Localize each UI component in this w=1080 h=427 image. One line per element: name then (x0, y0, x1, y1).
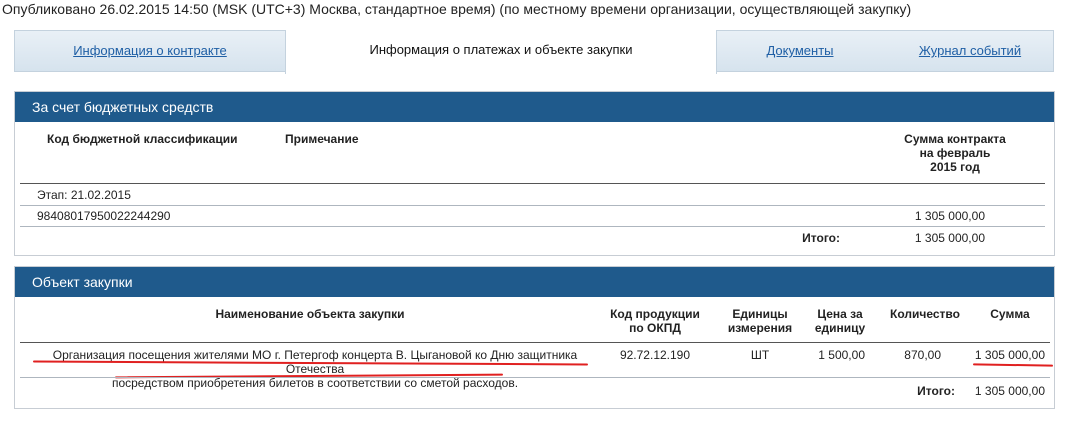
col-header-okpd: Код продукции по ОКПД (600, 307, 710, 335)
tab-payments-info[interactable]: Информация о платежах и объекте закупки (285, 30, 717, 74)
col-header-contract-sum-line3: 2015 год (930, 160, 980, 174)
divider (20, 377, 1050, 378)
col-header-unit-line1: Единицы (732, 307, 788, 321)
stage-label: Этап: 21.02.2015 (37, 188, 131, 202)
quantity-value: 870,00 (904, 348, 941, 362)
tab-contract-info[interactable]: Информация о контракте (15, 31, 285, 72)
budget-panel: За счет бюджетных средств Код бюджетной … (14, 91, 1055, 256)
budget-total-label: Итого: (802, 231, 840, 245)
tab-bar: Информация о контракте Информация о плат… (14, 30, 1055, 74)
col-header-contract-sum: Сумма контракта на февраль 2015 год (895, 132, 1015, 174)
divider (20, 205, 1045, 206)
sum-value: 1 305 000,00 (974, 348, 1045, 362)
tab-documents[interactable]: Документы (715, 31, 885, 72)
purchase-panel-title: Объект закупки (15, 267, 1054, 297)
col-header-price: Цена за единицу (795, 307, 885, 335)
col-header-note: Примечание (285, 132, 359, 146)
purchase-panel: Объект закупки Наименование объекта заку… (14, 266, 1055, 409)
divider (20, 342, 1050, 343)
col-header-unit-line2: измерения (727, 321, 793, 335)
col-header-price-line2: единицу (814, 321, 866, 335)
col-header-contract-sum-line1: Сумма контракта (904, 132, 1006, 146)
col-header-budget-code: Код бюджетной классификации (47, 132, 238, 146)
budget-code-value: 98408017950022244290 (37, 209, 171, 223)
col-header-quantity: Количество (890, 307, 960, 321)
col-header-contract-sum-line2: на февраль (919, 146, 991, 160)
published-info: Опубликовано 26.02.2015 14:50 (MSK (UTC+… (2, 1, 912, 17)
col-header-unit: Единицы измерения (715, 307, 805, 335)
purchase-total-label: Итого: (917, 384, 955, 398)
divider (20, 226, 1045, 227)
col-header-price-line1: Цена за (817, 307, 863, 321)
col-header-object-name: Наименование объекта закупки (215, 307, 405, 321)
annotation-underline (972, 363, 1054, 367)
budget-total-value: 1 305 000,00 (914, 231, 985, 245)
purchase-total-value: 1 305 000,00 (974, 384, 1045, 398)
okpd-value: 92.72.12.190 (619, 348, 691, 362)
price-value: 1 500,00 (818, 348, 865, 362)
budget-panel-title: За счет бюджетных средств (15, 92, 1054, 122)
budget-row-sum: 1 305 000,00 (914, 209, 985, 223)
col-header-sum: Сумма (990, 307, 1030, 321)
divider (20, 183, 1045, 184)
col-header-okpd-line2: по ОКПД (629, 321, 681, 335)
col-header-okpd-line1: Код продукции (610, 307, 700, 321)
object-name-cell: Организация посещения жителями МО г. Пет… (35, 348, 595, 390)
tab-event-log[interactable]: Журнал событий (885, 31, 1055, 72)
